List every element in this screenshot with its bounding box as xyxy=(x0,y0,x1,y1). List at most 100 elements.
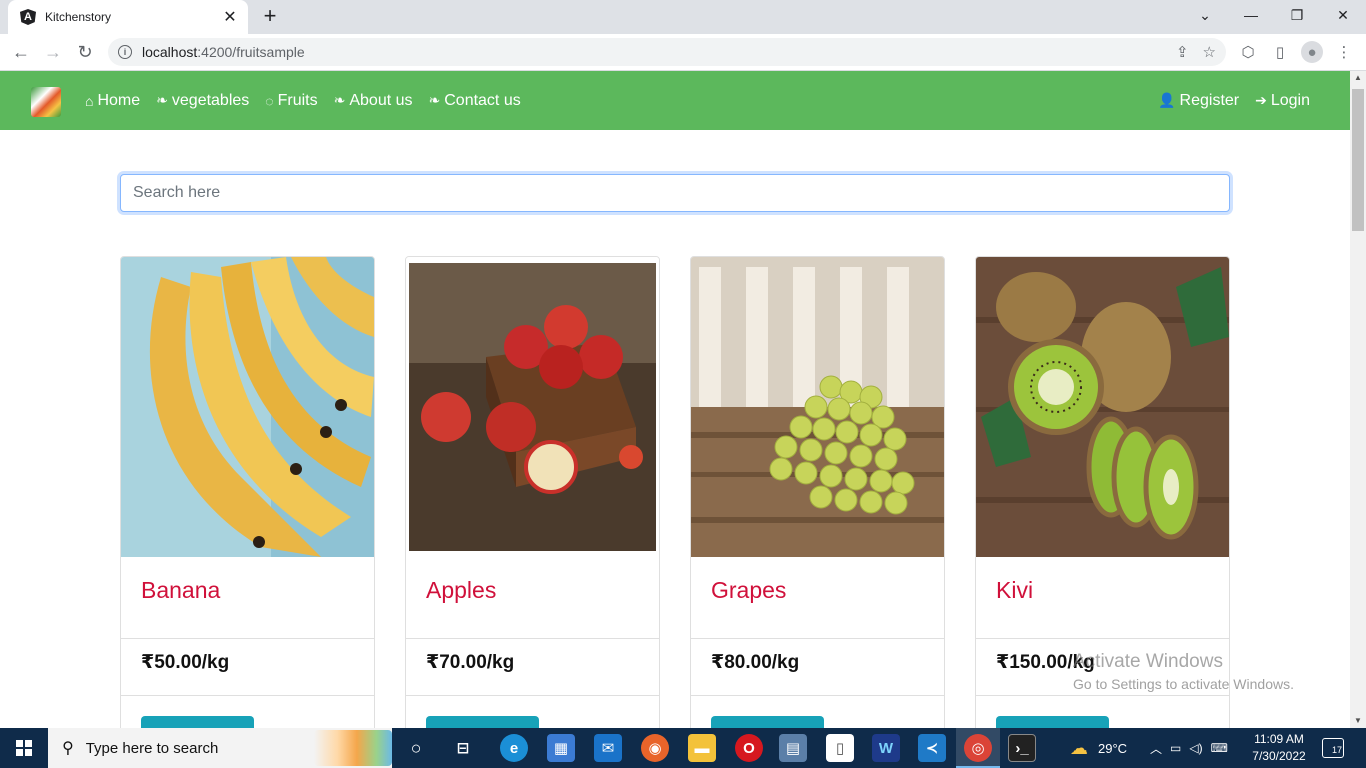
bookmark-star-icon[interactable]: ☆ xyxy=(1203,43,1216,61)
start-button[interactable] xyxy=(0,728,48,768)
add-to-cart-button[interactable] xyxy=(141,716,254,728)
nav-auth-links: 👤 Register ➔ Login xyxy=(1158,71,1310,130)
activate-windows-title: Activate Windows xyxy=(1073,651,1223,672)
product-name: Kivi xyxy=(996,577,1034,603)
back-button[interactable]: ← xyxy=(8,39,34,65)
nav-contact-link[interactable]: ❧ Contact us xyxy=(429,92,521,110)
terminal-icon[interactable]: ›_ xyxy=(1008,734,1036,762)
tab-close-icon[interactable]: ✕ xyxy=(222,7,238,27)
leaf-icon: ❧ xyxy=(333,92,346,108)
nav-fruits-link[interactable]: ◌ Fruits xyxy=(265,92,317,110)
nav-register-link[interactable]: 👤 Register xyxy=(1158,92,1239,110)
leaf-icon: ❧ xyxy=(428,92,441,108)
nav-contact-label: Contact us xyxy=(444,91,521,109)
url-host: localhost xyxy=(142,44,198,60)
search-input[interactable] xyxy=(120,174,1230,212)
site-info-icon[interactable]: i xyxy=(118,45,132,59)
network-icon[interactable]: ▭ xyxy=(1170,741,1181,755)
sign-in-icon: ➔ xyxy=(1255,92,1267,108)
apples-image xyxy=(406,257,659,557)
user-plus-icon: 👤 xyxy=(1158,92,1176,108)
file-explorer-icon[interactable]: ▬ xyxy=(688,734,716,762)
task-view-icon[interactable]: ⊟ xyxy=(449,734,477,762)
product-card: Grapes ₹80.00/kg xyxy=(690,256,945,728)
card-divider xyxy=(406,695,659,696)
browser-toolbar: ← → ↻ i localhost:4200/fruitsample ⇪ ☆ ⬡… xyxy=(0,34,1366,71)
card-divider xyxy=(691,638,944,639)
add-to-cart-button[interactable] xyxy=(711,716,824,728)
notepad-icon[interactable]: ▯ xyxy=(826,734,854,762)
page-viewport: ⌂ Home ❧ vegetables ◌ Fruits ❧ About us … xyxy=(0,71,1350,728)
windows-logo-icon xyxy=(16,740,32,756)
site-navbar: ⌂ Home ❧ vegetables ◌ Fruits ❧ About us … xyxy=(0,71,1350,130)
home-icon: ⌂ xyxy=(85,92,94,109)
cortana-icon[interactable]: ○ xyxy=(402,734,430,762)
nav-links: ⌂ Home ❧ vegetables ◌ Fruits ❧ About us … xyxy=(85,71,521,130)
firefox-icon[interactable]: ◉ xyxy=(641,734,669,762)
close-window-button[interactable]: ✕ xyxy=(1320,0,1366,30)
keyboard-icon[interactable]: ⌨ xyxy=(1211,741,1228,755)
taskbar-search-box[interactable]: ⚲ Type here to search xyxy=(48,728,392,768)
notification-center-icon[interactable]: 17 xyxy=(1322,738,1344,758)
edge-icon[interactable]: e xyxy=(500,734,528,762)
new-tab-button[interactable]: + xyxy=(258,4,282,28)
nav-fruits-label: Fruits xyxy=(277,91,318,109)
tab-title: Kitchenstory xyxy=(45,10,112,24)
weather-widget[interactable]: ☁ 29°C xyxy=(1070,728,1127,768)
profile-icon[interactable]: ● xyxy=(1301,41,1323,63)
banana-image xyxy=(121,257,374,557)
nav-about-link[interactable]: ❧ About us xyxy=(334,92,413,110)
browser-tab[interactable]: A Kitchenstory ✕ xyxy=(8,0,248,34)
scroll-up-arrow-icon[interactable]: ▲ xyxy=(1350,71,1366,85)
chrome-icon[interactable]: ◎ xyxy=(964,734,992,762)
address-bar[interactable]: i localhost:4200/fruitsample ⇪ ☆ xyxy=(108,38,1226,66)
address-bar-actions: ⇪ ☆ xyxy=(1176,43,1216,61)
nav-home-link[interactable]: ⌂ Home xyxy=(85,92,140,110)
nav-vegetables-label: vegetables xyxy=(171,91,250,109)
scroll-down-arrow-icon[interactable]: ▼ xyxy=(1350,714,1366,728)
side-panel-icon[interactable]: ▯ xyxy=(1269,41,1291,63)
system-tray: ︿ ▭ ◁) ⌨ xyxy=(1150,728,1228,768)
url-path: :4200/fruitsample xyxy=(197,44,305,60)
tab-search-icon[interactable]: ⌄ xyxy=(1182,0,1228,30)
store-icon[interactable]: ▦ xyxy=(547,734,575,762)
grapes-image xyxy=(691,257,944,557)
reload-button[interactable]: ↻ xyxy=(72,39,98,65)
product-price: ₹50.00/kg xyxy=(141,652,230,673)
nav-login-link[interactable]: ➔ Login xyxy=(1255,92,1310,110)
nav-login-label: Login xyxy=(1270,91,1310,109)
angular-favicon-icon: A xyxy=(20,9,36,25)
forward-button[interactable]: → xyxy=(40,39,66,65)
browser-tabstrip: A Kitchenstory ✕ + ⌄ — ❐ ✕ xyxy=(0,0,1366,34)
share-icon[interactable]: ⇪ xyxy=(1176,43,1189,61)
nav-home-label: Home xyxy=(97,91,141,109)
url-text[interactable]: localhost:4200/fruitsample xyxy=(142,44,305,60)
add-to-cart-button[interactable] xyxy=(996,716,1109,728)
vscode-icon[interactable]: ≺ xyxy=(918,734,946,762)
remote-desktop-icon[interactable]: ▤ xyxy=(779,734,807,762)
nav-vegetables-link[interactable]: ❧ vegetables xyxy=(156,92,249,110)
site-logo[interactable] xyxy=(31,87,61,117)
opera-icon[interactable]: O xyxy=(735,734,763,762)
card-divider xyxy=(976,695,1229,696)
tray-chevron-icon[interactable]: ︿ xyxy=(1150,740,1162,757)
scrollbar-thumb[interactable] xyxy=(1352,89,1364,231)
browser-menu-icon[interactable]: ⋮ xyxy=(1333,41,1355,63)
card-divider xyxy=(121,638,374,639)
restore-button[interactable]: ❐ xyxy=(1274,0,1320,30)
extensions-icon[interactable]: ⬡ xyxy=(1237,41,1259,63)
minimize-button[interactable]: — xyxy=(1228,0,1274,30)
activate-windows-subtitle: Go to Settings to activate Windows. xyxy=(1073,676,1294,692)
webex-icon[interactable]: W xyxy=(872,734,900,762)
taskbar-clock[interactable]: 11:09 AM 7/30/2022 xyxy=(1246,731,1312,765)
mail-icon[interactable]: ✉ xyxy=(594,734,622,762)
product-card: Banana ₹50.00/kg xyxy=(120,256,375,728)
weather-temperature: 29°C xyxy=(1098,740,1128,756)
card-divider xyxy=(691,695,944,696)
page-scrollbar[interactable]: ▲ ▼ xyxy=(1350,71,1366,728)
product-name: Apples xyxy=(426,577,497,603)
volume-icon[interactable]: ◁) xyxy=(1189,741,1202,755)
add-to-cart-button[interactable] xyxy=(426,716,539,728)
lemon-icon: ◌ xyxy=(265,92,274,109)
clock-time: 11:09 AM xyxy=(1254,732,1304,746)
